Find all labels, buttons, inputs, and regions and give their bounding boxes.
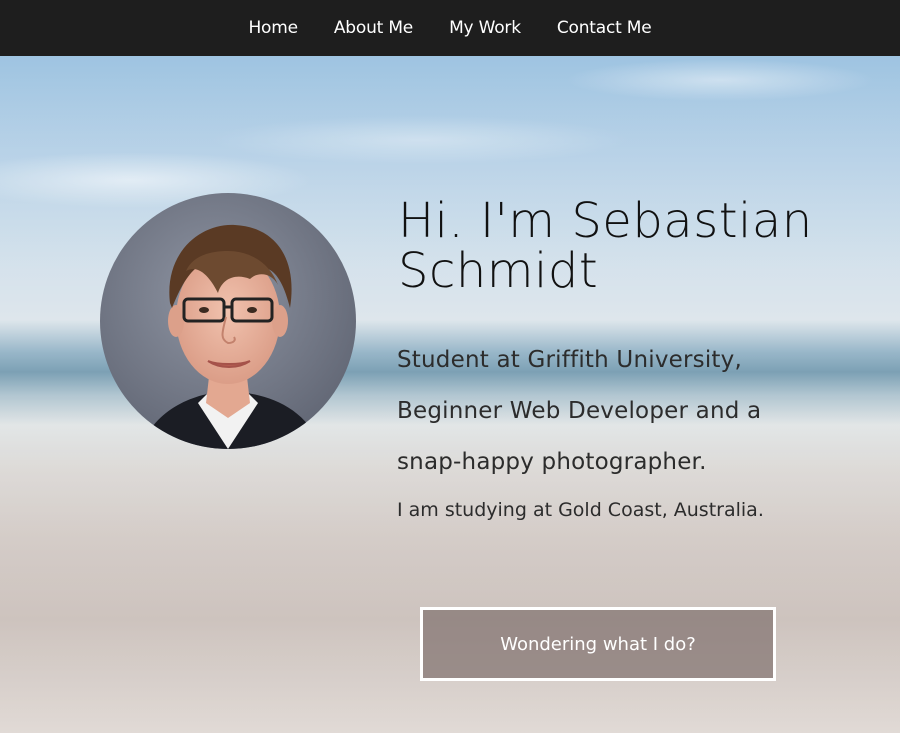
- avatar: [100, 193, 356, 449]
- hero-tagline: Student at Griffith University, Beginner…: [397, 347, 762, 475]
- nav-item-contact-me[interactable]: Contact Me: [557, 18, 652, 38]
- main-nav: Home About Me My Work Contact Me: [0, 0, 900, 56]
- hero-location: I am studying at Gold Coast, Australia.: [397, 499, 764, 521]
- hero-headline: Hi. I'm Sebastian Schmidt: [398, 193, 813, 299]
- profile-photo-icon: [100, 193, 356, 449]
- wondering-what-i-do-button[interactable]: Wondering what I do?: [420, 607, 776, 681]
- nav-item-my-work[interactable]: My Work: [449, 18, 521, 38]
- nav-item-about-me[interactable]: About Me: [334, 18, 413, 38]
- nav-item-home[interactable]: Home: [248, 18, 298, 38]
